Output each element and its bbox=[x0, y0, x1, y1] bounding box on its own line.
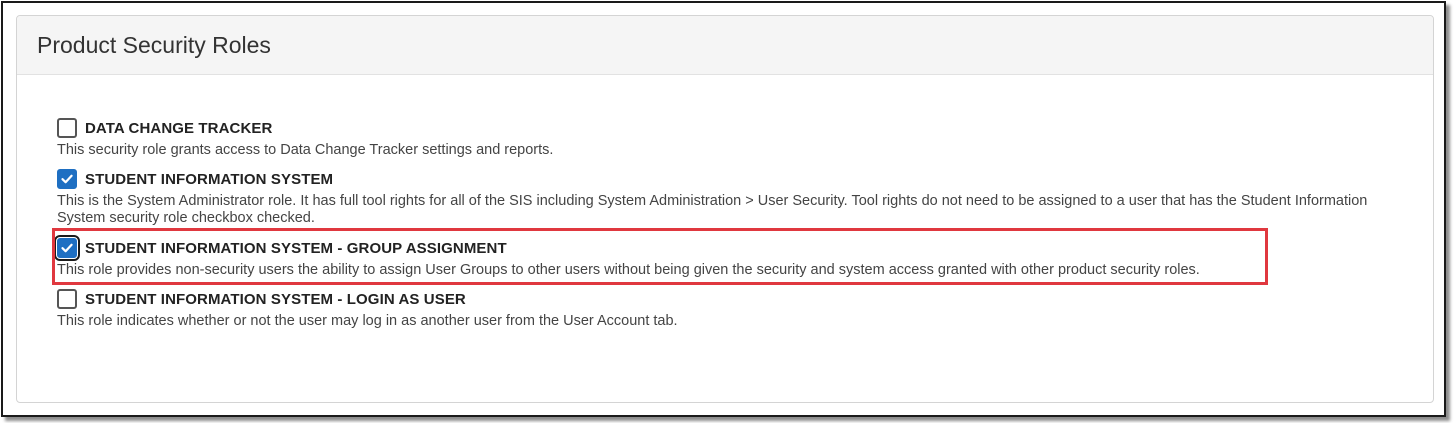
panel-header: Product Security Roles bbox=[17, 16, 1433, 75]
data-change-tracker-checkbox[interactable] bbox=[57, 118, 77, 138]
role-description: This is the System Administrator role. I… bbox=[57, 193, 1368, 226]
student-information-system-checkbox[interactable] bbox=[57, 169, 77, 189]
role-item-data-change-tracker: DATA CHANGE TRACKER This security role g… bbox=[57, 117, 1413, 159]
role-label[interactable]: STUDENT INFORMATION SYSTEM - LOGIN AS US… bbox=[85, 291, 466, 308]
checkmark-icon bbox=[61, 174, 73, 184]
login-as-user-checkbox[interactable] bbox=[57, 289, 77, 309]
role-item-student-information-system: STUDENT INFORMATION SYSTEM This is the S… bbox=[57, 168, 1413, 227]
role-item-login-as-user: STUDENT INFORMATION SYSTEM - LOGIN AS US… bbox=[57, 288, 1413, 330]
screenshot-frame: Product Security Roles DATA CHANGE TRACK… bbox=[1, 1, 1446, 417]
highlight-box bbox=[52, 228, 1268, 285]
role-description: This security role grants access to Data… bbox=[57, 142, 554, 158]
panel-title: Product Security Roles bbox=[37, 32, 271, 58]
product-security-roles-panel: Product Security Roles DATA CHANGE TRACK… bbox=[16, 15, 1434, 403]
role-label[interactable]: DATA CHANGE TRACKER bbox=[85, 120, 272, 137]
role-description: This role indicates whether or not the u… bbox=[57, 313, 678, 329]
role-label[interactable]: STUDENT INFORMATION SYSTEM bbox=[85, 171, 333, 188]
